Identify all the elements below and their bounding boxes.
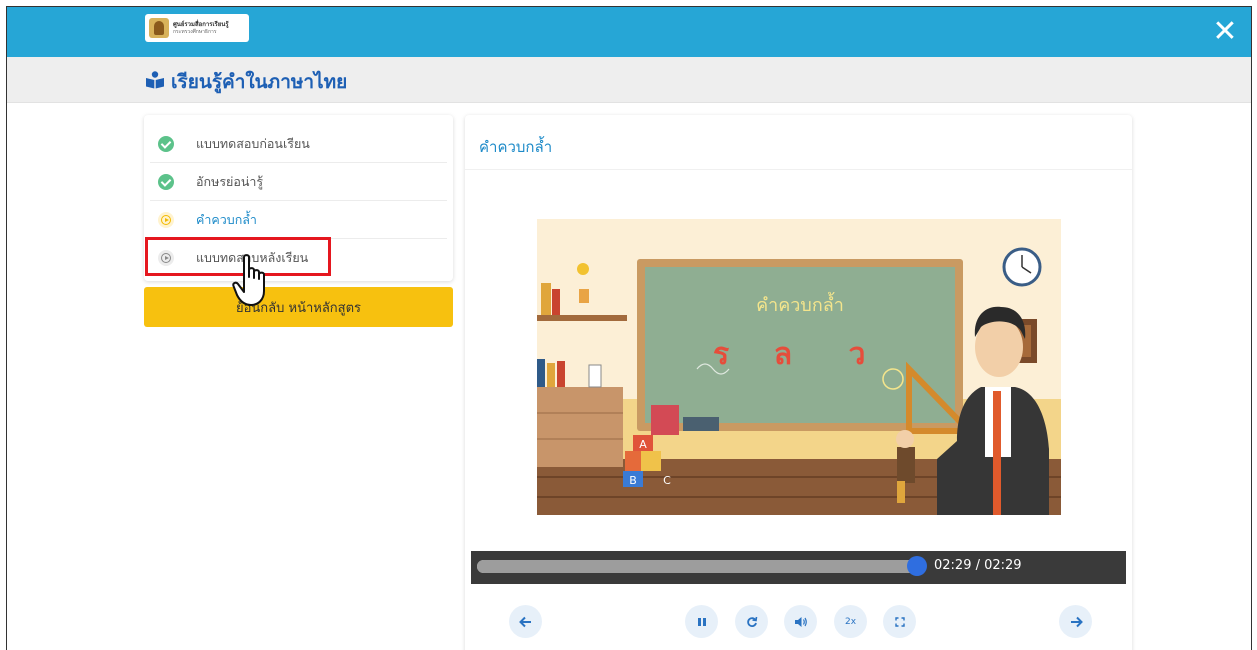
menu-item-label: คำควบกล้ำ (196, 211, 257, 227)
menu-item-label: อักษรย่อน่ารู้ (196, 173, 264, 189)
volume-button[interactable] (784, 605, 817, 638)
book-reader-icon (146, 71, 164, 89)
play-circle-icon (158, 211, 174, 228)
replay-icon (746, 616, 757, 627)
video-progress-bar[interactable]: 02:29 / 02:29 (471, 551, 1126, 584)
top-bar: ศูนย์รวมสื่อการเรียนรู้ กระทรวงศึกษาธิกา… (7, 7, 1251, 57)
check-circle-icon (158, 173, 174, 190)
video-player[interactable]: คำควบกล้ำ ร ล ว A B C (537, 219, 1061, 515)
time-readout: 02:29 / 02:29 (934, 558, 1022, 573)
site-logo[interactable]: ศูนย์รวมสื่อการเรียนรู้ กระทรวงศึกษาธิกา… (145, 14, 249, 42)
lesson-title: คำควบกล้ำ (479, 138, 553, 156)
check-circle-icon (158, 135, 174, 152)
fullscreen-button[interactable] (883, 605, 916, 638)
emblem-icon (149, 18, 169, 38)
progress-fill (477, 560, 917, 573)
board-letter: ร (713, 337, 729, 372)
menu-item-pretest[interactable]: แบบทดสอบก่อนเรียน (150, 125, 447, 163)
close-icon[interactable]: ✕ (1211, 17, 1239, 47)
toy-block-label: C (663, 474, 671, 487)
progress-track[interactable] (477, 556, 927, 576)
progress-handle[interactable] (907, 556, 927, 576)
arrow-left-icon (518, 616, 531, 627)
speed-label: 2x (844, 616, 857, 627)
volume-icon (794, 616, 807, 627)
speed-button[interactable]: 2x (834, 605, 867, 638)
hand-pointer-icon (232, 254, 265, 306)
logo-subtitle: กระทรวงศึกษาธิการ (173, 28, 217, 35)
board-letter: ล (774, 337, 792, 372)
board-title: คำควบกล้ำ (756, 292, 844, 316)
toy-block-label: B (629, 474, 637, 487)
previous-button[interactable] (509, 605, 542, 638)
next-button[interactable] (1059, 605, 1092, 638)
page-title: เรียนรู้คำในภาษาไทย (171, 71, 348, 93)
board-letter: ว (849, 337, 866, 372)
back-to-course-button[interactable]: ย้อนกลับ หน้าหลักสูตร (144, 287, 453, 327)
lesson-content: คำควบกล้ำ คำควบกล้ำ ร ล ว A B C 02:29 / … (465, 115, 1132, 650)
logo-title: ศูนย์รวมสื่อการเรียนรู้ (173, 20, 229, 28)
pause-button[interactable] (685, 605, 718, 638)
menu-item-clusters[interactable]: คำควบกล้ำ (150, 201, 447, 239)
arrow-right-icon (1070, 616, 1083, 627)
title-bar: เรียนรู้คำในภาษาไทย (7, 57, 1251, 103)
video-frame-illustration: คำควบกล้ำ ร ล ว A B C (537, 219, 1061, 515)
menu-item-label: แบบทดสอบก่อนเรียน (196, 135, 310, 151)
app-window: ศูนย์รวมสื่อการเรียนรู้ กระทรวงศึกษาธิกา… (6, 6, 1252, 650)
toy-block-label: A (639, 438, 647, 451)
replay-button[interactable] (735, 605, 768, 638)
menu-item-abbreviations[interactable]: อักษรย่อน่ารู้ (150, 163, 447, 201)
pause-icon (697, 617, 706, 626)
fullscreen-icon (894, 616, 905, 627)
